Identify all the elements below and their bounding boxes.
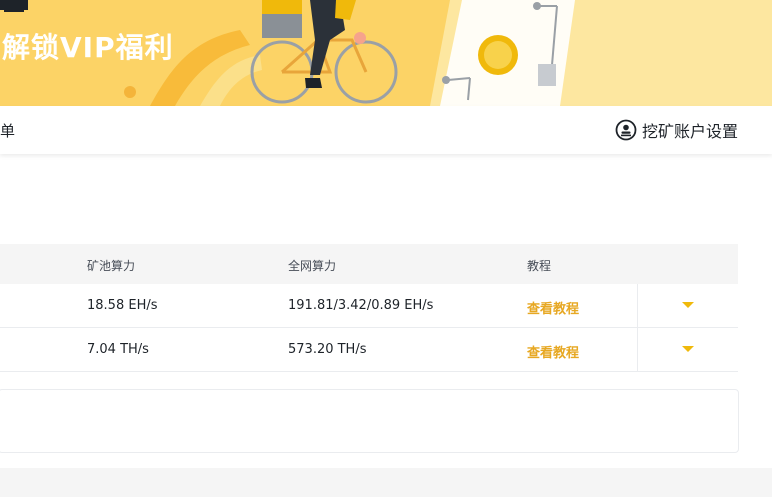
caret-down-icon (682, 302, 694, 308)
header-network-hashrate: 全网算力 (288, 259, 337, 273)
table-row: 18.58 EH/s 191.81/3.42/0.89 EH/s 查看教程 (0, 284, 738, 328)
network-hashrate-cell: 573.20 TH/s (288, 342, 367, 357)
user-circle-icon (615, 119, 637, 141)
header-pool-hashrate: 矿池算力 (87, 259, 136, 273)
banner-title: 解锁VIP福利 (2, 31, 174, 64)
nav-menu-item-partial[interactable]: 单 (0, 120, 15, 141)
caret-down-icon (682, 346, 694, 352)
top-navbar: 单 挖矿账户设置 (0, 106, 772, 154)
table-header: 矿池算力 全网算力 教程 (0, 244, 738, 284)
mining-account-settings-button[interactable]: 挖矿账户设置 (615, 118, 738, 142)
network-hashrate-cell: 191.81/3.42/0.89 EH/s (288, 298, 434, 313)
promo-banner[interactable]: 解锁VIP福利 (0, 0, 772, 106)
header-tutorial: 教程 (527, 259, 552, 273)
pool-hashrate-cell: 7.04 TH/s (87, 342, 149, 357)
mining-account-settings-label: 挖矿账户设置 (641, 122, 738, 141)
row-expand-button[interactable] (637, 328, 739, 371)
pool-hashrate-cell: 18.58 EH/s (87, 298, 158, 313)
footer-strip (0, 468, 772, 497)
view-tutorial-link[interactable]: 查看教程 (527, 298, 579, 317)
content-panel (0, 389, 739, 453)
row-expand-button[interactable] (637, 284, 739, 327)
view-tutorial-link[interactable]: 查看教程 (527, 342, 579, 361)
table-row: 7.04 TH/s 573.20 TH/s 查看教程 (0, 328, 738, 372)
mining-pool-table: 矿池算力 全网算力 教程 18.58 EH/s 191.81/3.42/0.89… (0, 244, 738, 372)
